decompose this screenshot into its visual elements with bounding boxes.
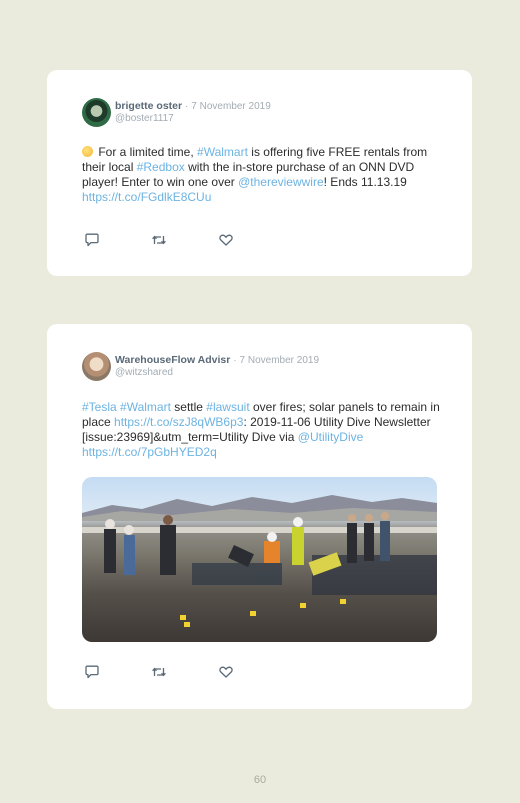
name-line: brigette oster · 7 November 2019 <box>115 100 271 113</box>
url-link[interactable]: https://t.co/szJ8qWB6p3 <box>114 415 243 429</box>
avatar[interactable] <box>82 352 111 381</box>
user-handle[interactable]: @boster1117 <box>115 113 271 125</box>
emoji-icon <box>82 146 93 157</box>
page-number: 60 <box>253 774 267 786</box>
tweet-header: brigette oster · 7 November 2019 @boster… <box>82 98 271 127</box>
url-link[interactable]: https://t.co/7pGbHYED2q <box>82 445 217 459</box>
avatar[interactable] <box>82 98 111 127</box>
name-line: WarehouseFlow Advisr · 7 November 2019 <box>115 354 319 367</box>
reply-icon[interactable] <box>84 233 100 247</box>
separator: · <box>185 101 189 112</box>
tweet-photo[interactable] <box>82 477 437 642</box>
mention-link[interactable]: @thereviewwire <box>238 175 324 189</box>
tweet-actions <box>84 233 234 247</box>
hashtag-link[interactable]: #Redbox <box>137 160 185 174</box>
user-handle[interactable]: @witzshared <box>115 367 319 379</box>
tweet-actions <box>84 665 234 679</box>
text-segment: For a limited time, <box>95 145 198 159</box>
hashtag-link[interactable]: #Walmart <box>197 145 248 159</box>
tweet-date[interactable]: 7 November 2019 <box>191 101 271 112</box>
like-icon[interactable] <box>218 665 234 679</box>
tweet-date[interactable]: 7 November 2019 <box>240 355 320 366</box>
url-link[interactable]: https://t.co/FGdlkE8CUu <box>82 190 211 204</box>
hashtag-link[interactable]: #Walmart <box>120 400 171 414</box>
tweet-meta: WarehouseFlow Advisr · 7 November 2019 @… <box>115 352 319 379</box>
hashtag-link[interactable]: #lawsuit <box>206 400 249 414</box>
separator: · <box>233 355 237 366</box>
reply-icon[interactable] <box>84 665 100 679</box>
retweet-icon[interactable] <box>151 233 167 247</box>
retweet-icon[interactable] <box>151 665 167 679</box>
tweet-header: WarehouseFlow Advisr · 7 November 2019 @… <box>82 352 319 381</box>
tweet-meta: brigette oster · 7 November 2019 @boster… <box>115 98 271 125</box>
tweet-card: WarehouseFlow Advisr · 7 November 2019 @… <box>47 324 472 709</box>
hashtag-link[interactable]: #Tesla <box>82 400 117 414</box>
tweet-text: For a limited time, #Walmart is offering… <box>82 145 442 205</box>
user-name[interactable]: brigette oster <box>115 100 182 112</box>
text-segment: ! Ends 11.13.19 <box>323 175 407 189</box>
tweet-card: brigette oster · 7 November 2019 @boster… <box>47 70 472 276</box>
text-segment: settle <box>170 400 207 414</box>
mention-link[interactable]: @UtilityDive <box>298 430 364 444</box>
like-icon[interactable] <box>218 233 234 247</box>
workers-graphic <box>82 512 437 627</box>
tweet-text: #Tesla #Walmart settle #lawsuit over fir… <box>82 400 442 460</box>
user-name[interactable]: WarehouseFlow Advisr <box>115 354 230 366</box>
